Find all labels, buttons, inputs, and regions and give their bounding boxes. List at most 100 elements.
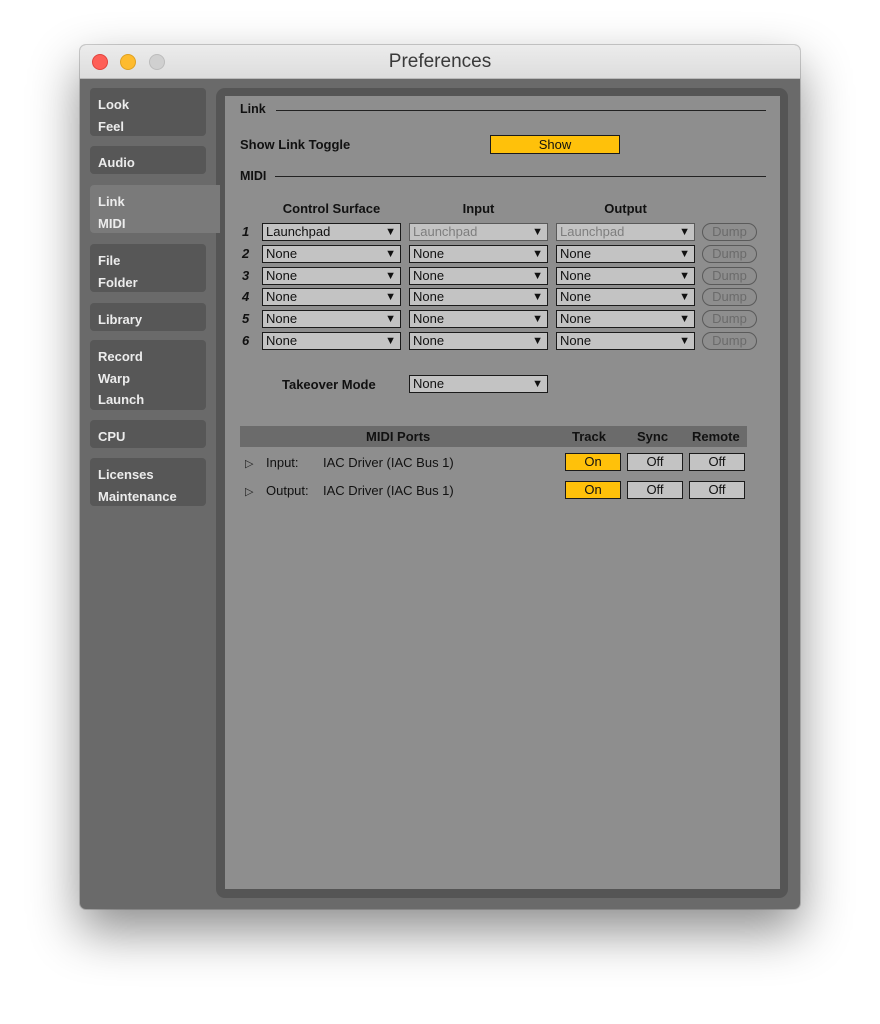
section-title-link: Link — [240, 102, 266, 116]
track-toggle-button[interactable]: On — [565, 481, 621, 499]
output-dropdown[interactable]: None ▼ — [556, 288, 695, 306]
dropdown-value: None — [560, 311, 592, 326]
dropdown-arrow-icon: ▼ — [385, 335, 396, 347]
sidebar-item-label: CPU — [98, 429, 126, 444]
column-header-track: Track — [572, 429, 606, 444]
remote-toggle-button[interactable]: Off — [689, 453, 745, 471]
column-header-control-surface: Control Surface — [282, 201, 381, 216]
section-divider — [276, 110, 766, 111]
column-header-sync: Sync — [637, 429, 669, 444]
row-number: 6 — [242, 333, 250, 348]
control-surface-dropdown[interactable]: None ▼ — [262, 288, 401, 306]
sidebar-item-cpu[interactable]: CPU — [90, 420, 206, 448]
section-title-midi: MIDI — [240, 169, 267, 183]
dropdown-value: None — [413, 268, 445, 283]
dropdown-value: Launchpad — [413, 224, 478, 239]
sidebar-item-label: Maintenance — [98, 488, 177, 504]
dropdown-arrow-icon: ▼ — [385, 291, 396, 303]
dropdown-arrow-icon: ▼ — [532, 335, 543, 347]
sidebar-item-label: Launch — [98, 392, 145, 407]
track-toggle-button[interactable]: On — [565, 453, 621, 471]
dropdown-arrow-icon: ▼ — [532, 248, 543, 260]
sidebar-item-library[interactable]: Library — [90, 303, 206, 331]
port-kind-label: Output: — [266, 483, 309, 498]
sidebar-item-label: Look — [98, 97, 130, 112]
dropdown-arrow-icon: ▼ — [679, 335, 690, 347]
sidebar-item-label: Audio — [98, 155, 135, 170]
port-name: IAC Driver (IAC Bus 1) — [323, 455, 454, 470]
dropdown-arrow-icon: ▼ — [679, 291, 690, 303]
remote-toggle-button[interactable]: Off — [689, 481, 745, 499]
row-number: 5 — [242, 311, 250, 326]
sidebar-item-label: Record — [98, 349, 143, 364]
control-surface-dropdown[interactable]: None ▼ — [262, 267, 401, 285]
port-name: IAC Driver (IAC Bus 1) — [323, 483, 454, 498]
output-dropdown[interactable]: None ▼ — [556, 245, 695, 263]
control-surface-dropdown[interactable]: None ▼ — [262, 245, 401, 263]
column-header-remote: Remote — [692, 429, 740, 444]
input-dropdown[interactable]: None ▼ — [409, 288, 548, 306]
dropdown-arrow-icon: ▼ — [679, 226, 690, 238]
sidebar-item-label: Folder — [98, 274, 138, 290]
row-number: 2 — [242, 246, 250, 261]
active-tab-connector — [206, 185, 220, 233]
output-dropdown[interactable]: None ▼ — [556, 310, 695, 328]
sidebar-item-licenses-maintenance[interactable]: Licenses Maintenance — [90, 458, 206, 506]
dropdown-arrow-icon: ▼ — [385, 270, 396, 282]
title-bar: Preferences — [80, 45, 800, 79]
dropdown-arrow-icon: ▼ — [532, 291, 543, 303]
dump-button[interactable]: Dump — [702, 223, 757, 241]
expand-triangle-icon[interactable]: ▷ — [245, 457, 253, 470]
dropdown-value: None — [560, 289, 592, 304]
dropdown-value: None — [560, 246, 592, 261]
dump-button[interactable]: Dump — [702, 310, 757, 328]
section-divider — [275, 176, 766, 177]
output-dropdown[interactable]: Launchpad ▼ — [556, 223, 695, 241]
dropdown-value: None — [560, 333, 592, 348]
dropdown-value: None — [413, 376, 445, 391]
control-surface-dropdown[interactable]: None ▼ — [262, 332, 401, 350]
dropdown-value: None — [266, 268, 298, 283]
dump-button[interactable]: Dump — [702, 245, 757, 263]
sidebar-item-look-feel[interactable]: Look Feel — [90, 88, 206, 136]
sidebar-item-audio[interactable]: Audio — [90, 146, 206, 174]
input-dropdown[interactable]: None ▼ — [409, 332, 548, 350]
sidebar-item-file-folder[interactable]: File Folder — [90, 244, 206, 292]
sidebar-item-label: Licenses — [98, 467, 154, 482]
control-surface-dropdown[interactable]: Launchpad ▼ — [262, 223, 401, 241]
dropdown-value: None — [266, 246, 298, 261]
show-link-toggle-label: Show Link Toggle — [240, 137, 351, 152]
dropdown-arrow-icon: ▼ — [679, 313, 690, 325]
row-number: 1 — [242, 224, 250, 239]
control-surface-dropdown[interactable]: None ▼ — [262, 310, 401, 328]
midi-ports-header: MIDI Ports Track Sync Remote — [240, 426, 747, 447]
sidebar-item-label: Warp — [98, 370, 131, 386]
input-dropdown[interactable]: Launchpad ▼ — [409, 223, 548, 241]
sync-toggle-button[interactable]: Off — [627, 453, 683, 471]
expand-triangle-icon[interactable]: ▷ — [245, 485, 253, 498]
sidebar-item-record-warp-launch[interactable]: Record Warp Launch — [90, 340, 206, 410]
column-header-input: Input — [462, 201, 495, 216]
dump-button[interactable]: Dump — [702, 267, 757, 285]
input-dropdown[interactable]: None ▼ — [409, 267, 548, 285]
row-number: 4 — [242, 289, 250, 304]
input-dropdown[interactable]: None ▼ — [409, 310, 548, 328]
takeover-mode-dropdown[interactable]: None ▼ — [409, 375, 548, 393]
sidebar-item-label: File — [98, 253, 121, 268]
sidebar-item-link-midi[interactable]: Link MIDI — [90, 185, 217, 233]
column-header-output: Output — [604, 201, 647, 216]
sidebar-item-label: Library — [98, 312, 143, 327]
sync-toggle-button[interactable]: Off — [627, 481, 683, 499]
show-link-toggle-button[interactable]: Show — [490, 135, 620, 154]
dropdown-value: None — [413, 333, 445, 348]
dropdown-arrow-icon: ▼ — [532, 226, 543, 238]
dump-button[interactable]: Dump — [702, 332, 757, 350]
input-dropdown[interactable]: None ▼ — [409, 245, 548, 263]
output-dropdown[interactable]: None ▼ — [556, 267, 695, 285]
dropdown-arrow-icon: ▼ — [532, 313, 543, 325]
dropdown-value: None — [413, 311, 445, 326]
dump-button[interactable]: Dump — [702, 288, 757, 306]
column-header-midi-ports: MIDI Ports — [366, 429, 431, 444]
preferences-window: Preferences Look Feel Audio Link MIDI Fi… — [80, 45, 800, 909]
output-dropdown[interactable]: None ▼ — [556, 332, 695, 350]
